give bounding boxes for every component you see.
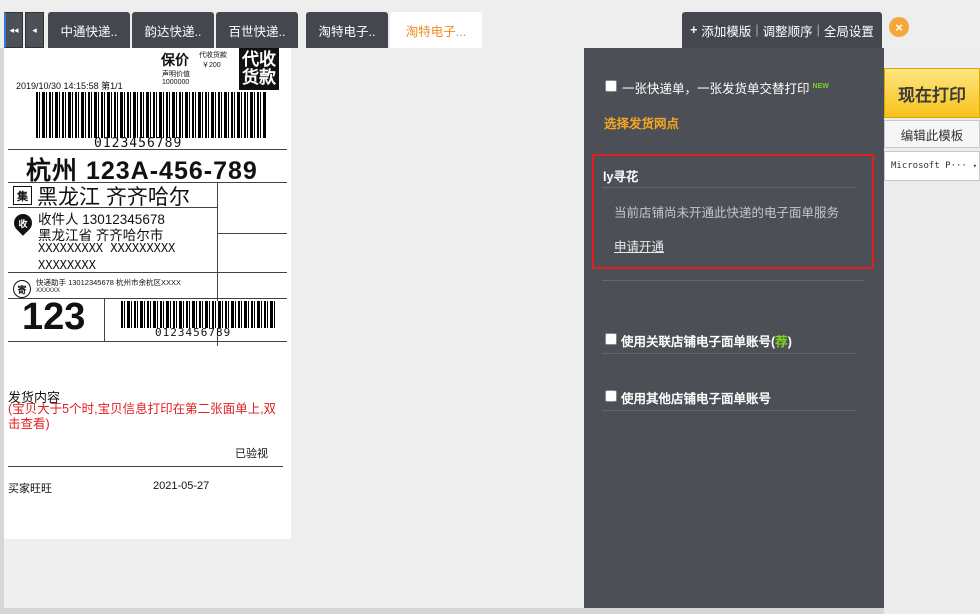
prev-tab-button[interactable]: ◂	[25, 12, 44, 48]
ship-content-note: (宝贝大于5个时,宝贝信息打印在第二张面单上,双击查看)	[8, 402, 277, 431]
divider	[8, 341, 287, 342]
add-template-link[interactable]: 添加模版	[701, 21, 751, 40]
receiver-address-3: XXXXXXXX	[38, 258, 96, 272]
declared-value-label: 声明价值	[162, 71, 190, 78]
big-route-number: 123	[22, 296, 86, 338]
receiver-address-2: XXXXXXXXX XXXXXXXXX	[38, 241, 176, 255]
global-settings-link[interactable]: 全局设置	[824, 21, 874, 40]
adjust-order-link[interactable]: 调整顺序	[763, 21, 813, 40]
tab-zto[interactable]: 中通快递..	[48, 12, 130, 48]
divider	[8, 149, 287, 150]
sender-info: 快递助手 13012345678 杭州市余杭区XXXX	[36, 278, 182, 287]
other-account-label: 使用其他店铺电子面单账号	[621, 392, 772, 406]
printer-select[interactable]: Microsoft P··· ▾	[884, 151, 980, 181]
linked-account-checkbox[interactable]	[605, 333, 617, 345]
single-print-checkbox[interactable]	[605, 80, 617, 92]
recommend-badge: 荐	[775, 335, 788, 349]
divider	[8, 466, 283, 467]
divider	[602, 410, 856, 411]
divider	[217, 233, 287, 234]
receiver-pin-icon: 收	[10, 210, 36, 236]
other-account-checkbox[interactable]	[605, 390, 617, 402]
tab-taote-1[interactable]: 淘特电子..	[306, 12, 388, 48]
linked-account-label: 使用关联店铺电子面单账号(荐)	[621, 335, 792, 349]
print-now-button[interactable]: 现在打印	[884, 68, 980, 118]
tab-best[interactable]: 百世快递..	[216, 12, 298, 48]
print-date: 2021-05-27	[153, 480, 210, 492]
verified-label: 已验视	[235, 448, 268, 460]
highlight-box	[592, 154, 874, 269]
settings-panel	[584, 48, 884, 608]
template-toolbar: + 添加模版 | 调整顺序 | 全局设置	[682, 12, 882, 48]
single-print-label: 一张快递单，一张发货单交替打印 NEW	[622, 82, 829, 96]
collect-icon: 集	[13, 186, 32, 205]
divider	[602, 353, 856, 354]
toolbar-separator: |	[755, 23, 759, 37]
shipping-label-preview[interactable]: 保价 代收货款 ￥200 声明价值 1000000 代收货款 2019/10/3…	[4, 48, 291, 539]
first-tab-button[interactable]: ◂◂	[4, 12, 23, 48]
select-outlet-link[interactable]: 选择发货网点	[604, 113, 679, 132]
barcode-number-2: 0123456789	[155, 326, 232, 339]
secondary-barcode	[121, 301, 276, 328]
cod-badge: 代收货款	[239, 48, 279, 90]
print-datetime: 2019/10/30 14:15:58 第1/1	[16, 81, 123, 91]
plus-icon: +	[690, 23, 698, 37]
divider	[8, 272, 287, 273]
toolbar-separator: |	[816, 23, 820, 37]
divider	[104, 298, 105, 341]
tab-taote-active[interactable]: 淘特电子...	[390, 12, 482, 48]
payment-amount: ￥200	[202, 62, 221, 69]
declared-amount: 1000000	[162, 79, 190, 86]
buyer-label: 买家旺旺	[8, 483, 52, 495]
main-barcode	[36, 92, 266, 138]
chevron-down-icon: ▾	[972, 162, 977, 170]
close-icon[interactable]: ×	[889, 17, 909, 37]
new-badge: NEW	[812, 82, 829, 90]
insured-price-label: 保价	[161, 52, 189, 68]
edit-template-button[interactable]: 编辑此模板	[884, 120, 980, 148]
tab-yunda[interactable]: 韵达快递..	[132, 12, 214, 48]
sender-info-2: XXXXXX	[36, 288, 61, 294]
printer-value: Microsoft P···	[891, 161, 967, 171]
payment-value-label: 代收货款	[199, 52, 227, 59]
divider	[602, 280, 864, 281]
